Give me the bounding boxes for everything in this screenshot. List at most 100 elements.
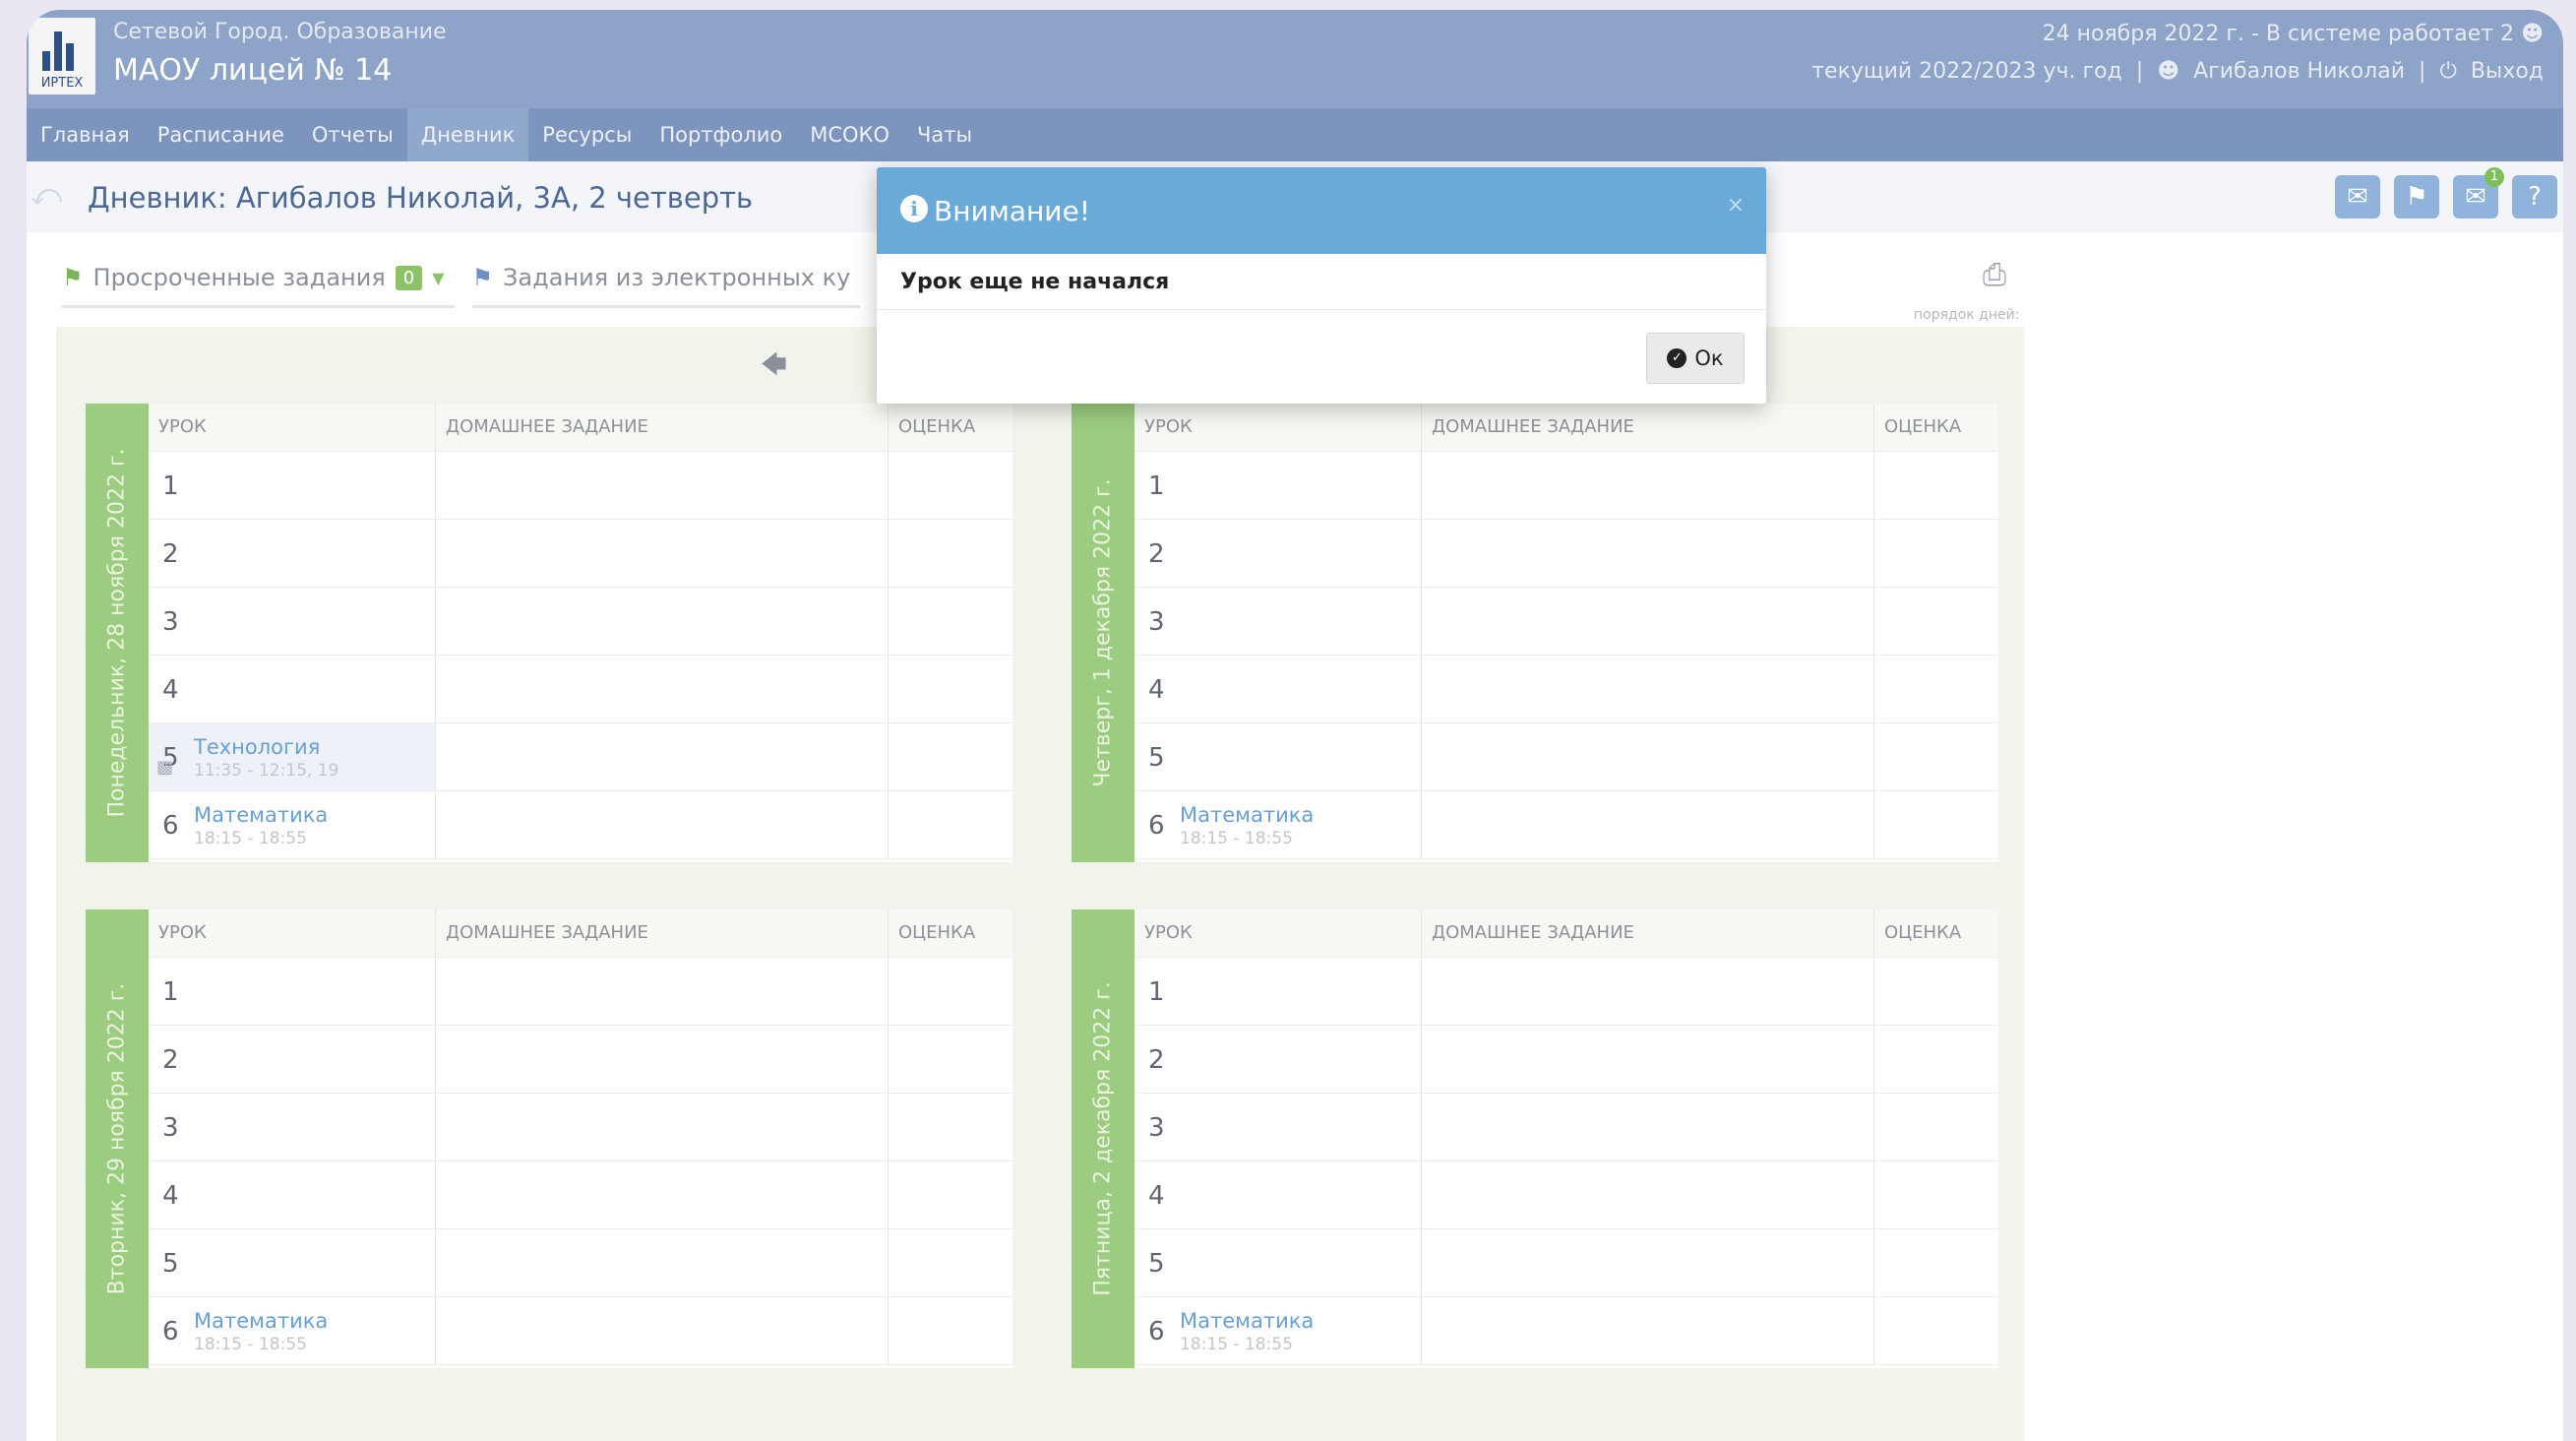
day-block: Пятница, 2 декабря 2022 г. УРОК ДОМАШНЕЕ З… [1072, 909, 1998, 1368]
lesson-number: 4 [162, 675, 179, 705]
grade-cell [889, 791, 1012, 858]
lesson-cell: 2 [149, 1026, 436, 1093]
prev-week-arrow-icon[interactable]: 🡄 [761, 346, 787, 390]
subject-link[interactable]: Технология [194, 735, 320, 759]
school-name: МАОУ лицей № 14 [113, 53, 393, 88]
flag-icon: ⚑ [471, 264, 494, 291]
homework-cell [1422, 1229, 1874, 1296]
classroom-icon: ▩ [156, 757, 174, 778]
lesson-cell[interactable]: 6 Математика 18:15 - 18:55 [1135, 791, 1422, 858]
homework-cell [436, 588, 889, 655]
lesson-cell: 3 [149, 1094, 436, 1160]
table-row: 6 Математика 18:15 - 18:55 [1135, 1297, 1998, 1365]
tab-overdue[interactable]: ⚑ Просроченные задания 0 ▼ [62, 250, 455, 308]
task-tabs: ⚑ Просроченные задания 0 ▼ ⚑ Задания из … [62, 250, 861, 308]
user-name-link[interactable]: Агибалов Николай [2193, 59, 2405, 84]
lesson-time: 18:15 - 18:55 [194, 1335, 307, 1354]
subject-link[interactable]: Математика [194, 1309, 328, 1333]
print-icon[interactable]: ⎙ [1983, 258, 2006, 292]
nav-item-portfolio[interactable]: Портфолио [645, 108, 796, 161]
lesson-number: 3 [162, 1113, 179, 1143]
homework-cell [436, 1297, 889, 1364]
grade-cell [1874, 1026, 1998, 1093]
subject-link[interactable]: Математика [194, 803, 328, 827]
divider: | [2135, 59, 2144, 84]
lesson-cell: 4 [1135, 1161, 1422, 1228]
homework-cell [436, 520, 889, 587]
school-year[interactable]: текущий 2022/2023 уч. год [1811, 59, 2122, 84]
status-text: 24 ноября 2022 г. - В системе работает 2 [2042, 22, 2515, 46]
day-block: Вторник, 29 ноября 2022 г. УРОК ДОМАШНЕЕ З… [86, 909, 1012, 1368]
lesson-cell[interactable]: 6 Математика 18:15 - 18:55 [149, 791, 436, 858]
back-arrow-icon[interactable]: ⤺ [31, 181, 64, 211]
column-homework: ДОМАШНЕЕ ЗАДАНИЕ [436, 909, 889, 957]
chevron-down-icon[interactable]: ▼ [432, 269, 444, 287]
grade-cell [1874, 791, 1998, 858]
table-row: 2 [149, 1026, 1012, 1094]
chat-icon[interactable]: ✉ [2335, 175, 2380, 219]
logo: ИРТЕХ [29, 18, 95, 94]
alert-dialog: i Внимание! × Урок еще не начался ✓ Ок [877, 167, 1766, 404]
table-header: УРОК ДОМАШНЕЕ ЗАДАНИЕ ОЦЕНКА [1135, 909, 1998, 958]
lesson-number: 1 [1148, 471, 1165, 501]
announcement-icon[interactable]: ⚑ [2394, 175, 2439, 219]
table-row: 2 [1135, 1026, 1998, 1094]
subject-link[interactable]: Математика [1180, 803, 1314, 827]
day-label: Понедельник, 28 ноября 2022 г. [104, 448, 130, 818]
lesson-time: 18:15 - 18:55 [194, 829, 307, 848]
homework-cell [436, 791, 889, 858]
homework-cell [1422, 520, 1874, 587]
day-label-bar: Понедельник, 28 ноября 2022 г. [86, 404, 149, 862]
nav-item-reports[interactable]: Отчеты [298, 108, 407, 161]
grade-cell [889, 452, 1012, 519]
nav-item-chats[interactable]: Чаты [903, 108, 986, 161]
ok-button-label: Ок [1694, 346, 1724, 370]
table-row: 2 [149, 520, 1012, 588]
table-header: УРОК ДОМАШНЕЕ ЗАДАНИЕ ОЦЕНКА [149, 404, 1012, 452]
grade-cell [1874, 1161, 1998, 1228]
day-table: УРОК ДОМАШНЕЕ ЗАДАНИЕ ОЦЕНКА 1 2 3 4 5 6 Математи… [149, 909, 1012, 1368]
grade-cell [889, 1297, 1012, 1364]
lesson-number: 4 [1148, 675, 1165, 705]
help-icon[interactable]: ? [2512, 175, 2557, 219]
nav-item-resources[interactable]: Ресурсы [528, 108, 645, 161]
column-lesson: УРОК [1135, 404, 1422, 451]
lesson-time: 11:35 - 12:15, 19 [194, 761, 339, 781]
grade-cell [1874, 588, 1998, 655]
lesson-cell[interactable]: 6 Математика 18:15 - 18:55 [1135, 1297, 1422, 1364]
column-grade: ОЦЕНКА [898, 416, 976, 437]
table-row: 4 [1135, 656, 1998, 723]
lesson-cell: 2 [1135, 520, 1422, 587]
logout-link[interactable]: Выход [2471, 59, 2544, 84]
nav-item-diary[interactable]: Дневник [406, 108, 529, 161]
lesson-cell: 5 [1135, 723, 1422, 790]
tab-ecourse[interactable]: ⚑ Задания из электронных ку [471, 250, 861, 308]
nav-item-schedule[interactable]: Расписание [144, 108, 298, 161]
homework-cell [436, 452, 889, 519]
mail-badge: 1 [2484, 167, 2504, 187]
lesson-cell: 5 [149, 1229, 436, 1296]
column-lesson: УРОК [149, 909, 436, 957]
homework-cell [1422, 1094, 1874, 1160]
close-icon[interactable]: × [1727, 193, 1745, 218]
lesson-cell[interactable]: 5 Технология 11:35 - 12:15, 19 ▩ [149, 723, 436, 790]
day-label: Четверг, 1 декабря 2022 г. [1090, 478, 1116, 787]
grade-cell [889, 588, 1012, 655]
lesson-cell[interactable]: 6 Математика 18:15 - 18:55 [149, 1297, 436, 1364]
system-name: Сетевой Город. Образование [113, 20, 447, 44]
dialog-title: Внимание! [934, 195, 1090, 227]
subject-link[interactable]: Математика [1180, 1309, 1314, 1333]
ok-button[interactable]: ✓ Ок [1646, 333, 1745, 384]
app-window: ИРТЕХ Сетевой Город. Образование МАОУ ли… [27, 10, 2563, 1441]
nav-item-msoko[interactable]: МСОКО [796, 108, 903, 161]
lesson-number: 1 [162, 471, 179, 501]
day-table: УРОК ДОМАШНЕЕ ЗАДАНИЕ ОЦЕНКА 1 2 3 4 5 6 Математи… [1135, 404, 1998, 862]
nav-item-home[interactable]: Главная [27, 108, 144, 161]
tab-overdue-label: Просроченные задания [92, 264, 386, 291]
lesson-cell: 3 [1135, 588, 1422, 655]
mail-icon[interactable]: ✉ 1 [2453, 167, 2504, 219]
lesson-cell: 5 [1135, 1229, 1422, 1296]
lesson-number: 2 [1148, 539, 1165, 569]
overdue-count-badge: 0 [395, 265, 423, 290]
grade-cell [1874, 520, 1998, 587]
